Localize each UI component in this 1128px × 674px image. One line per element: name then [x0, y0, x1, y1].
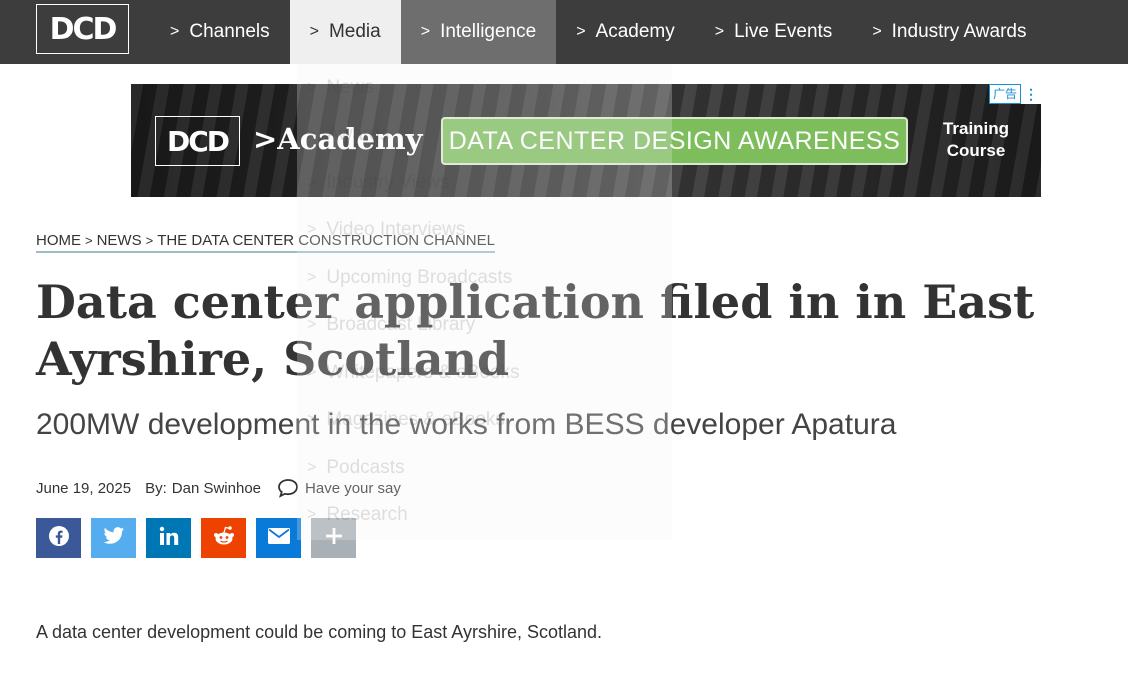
nav-item-industry-awards[interactable]: > Industry Awards: [852, 0, 1046, 64]
nav-item-intelligence[interactable]: > Intelligence: [400, 0, 557, 64]
chevron-right-icon: >: [872, 23, 882, 40]
breadcrumb-news[interactable]: NEWS: [97, 232, 142, 249]
advertisement-banner[interactable]: DCD >Academy DATA CENTER DESIGN AWARENES…: [131, 84, 1041, 197]
nav-item-media[interactable]: > Media: [289, 0, 401, 64]
breadcrumb-channel[interactable]: THE DATA CENTER CONSTRUCTION CHANNEL: [157, 232, 495, 249]
chevron-right-icon: >: [309, 23, 319, 40]
author-link[interactable]: Dan Swinhoe: [172, 480, 261, 497]
article-date: June 19, 2025: [36, 479, 132, 497]
nav-item-label: Academy: [595, 21, 675, 42]
dropdown-item-label: Podcasts: [326, 456, 405, 478]
share-more-button[interactable]: [311, 518, 356, 558]
chevron-right-icon: >: [714, 23, 725, 40]
breadcrumb-separator: >: [85, 233, 93, 248]
breadcrumb-home[interactable]: HOME: [36, 232, 81, 249]
share-facebook-button[interactable]: [36, 518, 81, 558]
share-buttons: [36, 518, 356, 558]
nav-item-label: Industry Awards: [891, 21, 1027, 42]
top-navigation: DCD > Channels > Media > Intelligence > …: [0, 0, 1128, 64]
facebook-icon: [48, 525, 70, 552]
ad-headline-button[interactable]: DATA CENTER DESIGN AWARENESS: [441, 117, 908, 165]
ad-brand: >Academy: [253, 122, 423, 156]
article-subtitle: 200MW development in the works from BESS…: [36, 408, 897, 441]
nav-item-label: Channels: [189, 21, 270, 42]
chevron-right-icon: >: [420, 23, 431, 40]
nav-items: > Channels > Media > Intelligence > Acad…: [150, 0, 1046, 64]
reddit-icon: [212, 525, 236, 552]
comment-link[interactable]: Have your say: [305, 480, 401, 497]
ad-choices[interactable]: 广告 ⋮: [988, 84, 1041, 104]
article-intro: A data center development could be comin…: [36, 622, 603, 642]
comment-icon[interactable]: [277, 478, 299, 498]
chevron-right-icon: >: [576, 23, 586, 40]
nav-item-label: Media: [328, 21, 381, 42]
nav-item-channels[interactable]: > Channels: [150, 0, 290, 64]
share-twitter-button[interactable]: [91, 518, 136, 558]
plus-icon: [325, 527, 343, 550]
nav-item-academy[interactable]: > Academy: [556, 0, 695, 64]
nav-item-label: Live Events: [734, 21, 833, 42]
breadcrumb: HOME > NEWS > THE DATA CENTER CONSTRUCTI…: [36, 232, 495, 253]
chevron-right-icon: >: [170, 23, 180, 40]
share-linkedin-button[interactable]: [146, 518, 191, 558]
share-reddit-button[interactable]: [201, 518, 246, 558]
ad-label: 广告: [988, 84, 1021, 104]
article-meta: June 19, 2025 By: Dan Swinhoe Have your …: [36, 478, 401, 498]
ad-menu-icon[interactable]: ⋮: [1021, 84, 1041, 104]
nav-item-live-events[interactable]: > Live Events: [695, 0, 853, 64]
twitter-icon: [103, 526, 125, 551]
logo-text: DCD: [49, 11, 118, 47]
article-title: Data center application filed in in East…: [36, 275, 1035, 386]
dcd-logo[interactable]: DCD: [36, 4, 129, 54]
linkedin-icon: [159, 526, 179, 551]
email-icon: [267, 527, 290, 549]
ad-training-label: Training Course: [942, 119, 1010, 160]
ad-dcd-logo: DCD: [155, 116, 240, 166]
byline-label: By:: [145, 479, 167, 497]
chevron-right-icon: >: [307, 458, 317, 476]
share-email-button[interactable]: [256, 518, 301, 558]
nav-item-label: Intelligence: [440, 21, 537, 42]
breadcrumb-separator: >: [145, 233, 154, 248]
